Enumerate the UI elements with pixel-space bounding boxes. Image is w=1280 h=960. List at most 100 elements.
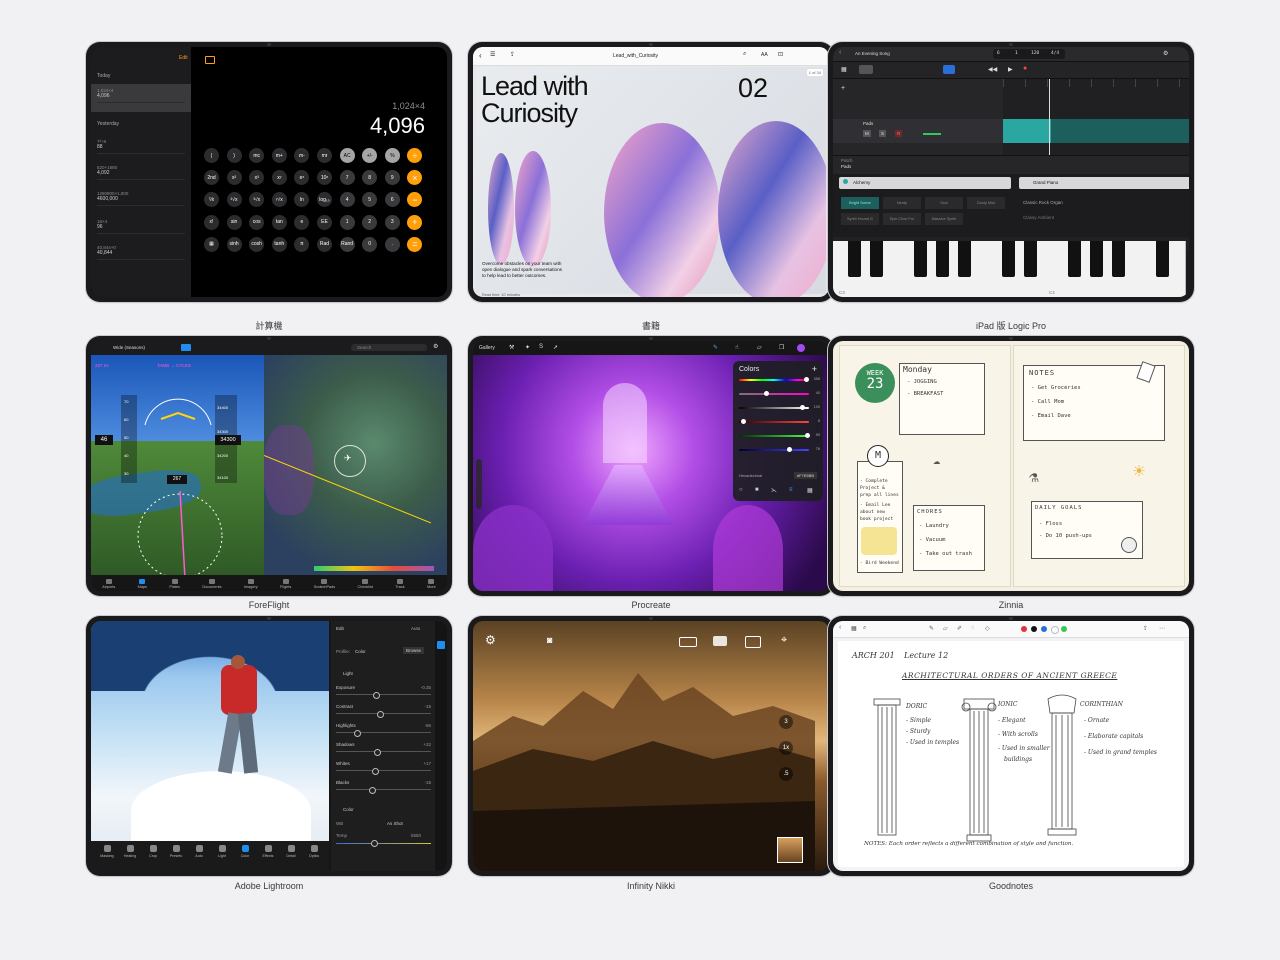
calc-key[interactable]: x! <box>204 214 219 230</box>
color-slider[interactable] <box>739 421 809 423</box>
calc-key[interactable]: = <box>407 236 423 252</box>
adjustment-slider[interactable]: Contrast -15 <box>336 704 431 720</box>
palettes-mode-icon[interactable]: ▦ <box>807 487 813 494</box>
record-icon[interactable]: ● <box>1023 65 1027 72</box>
calc-key[interactable]: tanh <box>271 236 287 252</box>
calc-key[interactable]: 7 <box>339 170 355 186</box>
exposure-control[interactable]: 3 <box>779 715 793 729</box>
lr-tool-crop[interactable]: Crop <box>143 845 163 858</box>
share-icon[interactable]: ⇪ <box>510 51 515 58</box>
calc-key[interactable]: ²√x <box>226 192 242 208</box>
calc-key[interactable]: ( <box>204 148 219 163</box>
history-item[interactable]: 520+1680 4,092 <box>97 165 185 180</box>
edit-tool-icon[interactable] <box>437 641 445 649</box>
focus-icon[interactable]: ⌖ <box>781 634 787 647</box>
calc-key[interactable]: ³√x <box>249 192 265 208</box>
pen-icon[interactable]: ✎ <box>929 625 934 632</box>
preset-item[interactable]: Epic Choir For <box>883 213 921 225</box>
calc-key[interactable]: 10ˣ <box>317 170 332 186</box>
value-mode-icon[interactable]: ≡ <box>789 487 793 493</box>
black-key[interactable] <box>958 241 971 277</box>
adjustment-slider[interactable]: Exposure -0.35 <box>336 685 431 701</box>
smudge-icon[interactable]: ☝ <box>735 344 739 351</box>
library-right-header[interactable]: Grand Piano <box>1019 177 1189 189</box>
ff-tab[interactable]: Maps <box>138 579 147 591</box>
calc-key[interactable]: ʸ√x <box>271 192 287 208</box>
search-icon[interactable]: ⌕ <box>863 625 866 632</box>
adjustment-slider[interactable]: Highlights -56 <box>336 723 431 739</box>
color-slider[interactable] <box>739 379 809 381</box>
color-red[interactable] <box>1021 626 1027 632</box>
sidebar-toggle-icon[interactable] <box>205 56 215 64</box>
color-swatch-button[interactable] <box>797 344 805 352</box>
black-key[interactable] <box>1156 241 1169 277</box>
back-icon[interactable]: ‹ <box>839 624 841 631</box>
calc-key[interactable]: ⅟x <box>204 192 219 208</box>
share-icon[interactable]: ⇪ <box>1143 625 1148 632</box>
lasso-icon[interactable]: ◌ <box>971 625 975 631</box>
preset-item[interactable]: Dusty Mist <box>967 197 1005 209</box>
color-slider[interactable] <box>739 449 809 451</box>
calc-key[interactable]: sin <box>226 214 242 230</box>
search-field[interactable]: Search <box>351 344 427 351</box>
calc-key[interactable]: 2nd <box>204 170 219 186</box>
disc-mode-icon[interactable]: ○ <box>739 487 743 493</box>
calc-key[interactable]: mr <box>317 148 332 163</box>
history-item[interactable]: 16×4 96 <box>97 219 185 234</box>
brush-size-slider[interactable] <box>476 459 482 509</box>
calc-key[interactable]: e <box>294 214 310 230</box>
browser-icon[interactable] <box>859 65 873 74</box>
bookmark-icon[interactable]: ⊡ <box>778 51 783 58</box>
harmony-mode-icon[interactable]: ⋋ <box>771 487 777 494</box>
calc-key[interactable]: 2 <box>362 214 378 230</box>
calc-key[interactable]: π <box>294 236 310 252</box>
calc-key[interactable]: ▦ <box>204 236 219 252</box>
ff-tab[interactable]: Airports <box>102 579 115 591</box>
black-key[interactable] <box>870 241 883 277</box>
calc-key[interactable]: × <box>407 170 423 186</box>
color-section-header[interactable]: Color <box>343 807 354 812</box>
playhead[interactable] <box>1049 79 1050 155</box>
calc-key[interactable]: AC <box>339 148 355 163</box>
layer-button[interactable] <box>181 344 191 351</box>
transform-icon[interactable]: ➚ <box>553 344 558 351</box>
calc-key[interactable]: m- <box>294 148 310 163</box>
calc-key[interactable]: sinh <box>226 236 242 252</box>
color-slider-knob[interactable] <box>787 447 793 452</box>
filter-icon[interactable] <box>713 636 727 646</box>
profile-select[interactable]: Color <box>355 649 366 654</box>
gallery-button[interactable]: Gallery <box>479 345 495 351</box>
calc-key[interactable]: 0 <box>362 236 378 252</box>
layers-icon[interactable]: ❒ <box>779 344 784 351</box>
color-slider-knob[interactable] <box>800 405 805 410</box>
color-green[interactable] <box>1061 626 1067 632</box>
black-key[interactable] <box>1090 241 1103 277</box>
more-icon[interactable]: ⋯ <box>1159 625 1165 632</box>
photo-canvas[interactable] <box>91 621 329 841</box>
calc-key[interactable]: 9 <box>384 170 400 186</box>
calc-key[interactable]: 5 <box>362 192 378 208</box>
lr-tool-light[interactable]: Light <box>212 845 232 858</box>
photo-thumbnail[interactable] <box>777 837 803 863</box>
weather-map[interactable]: ✈ <box>264 355 447 575</box>
lcd-display[interactable]: 6 1 128 4/4 <box>993 49 1065 59</box>
classic-mode-icon[interactable]: ■ <box>755 487 759 493</box>
calc-key[interactable]: x² <box>226 170 242 186</box>
search-icon[interactable]: ⌕ <box>743 51 746 58</box>
calc-key[interactable]: eˣ <box>294 170 310 186</box>
region-clip[interactable] <box>1051 119 1189 143</box>
shapes-icon[interactable]: ◇ <box>985 625 990 632</box>
preset-item[interactable]: Soul <box>925 197 963 209</box>
lr-tool-color[interactable]: Color <box>235 845 255 858</box>
color-slider-knob[interactable] <box>803 377 809 382</box>
calc-key[interactable]: 3 <box>384 214 400 230</box>
zoom-control[interactable]: 1x <box>779 741 793 755</box>
calc-key[interactable]: 8 <box>362 170 378 186</box>
ff-tab[interactable]: Documents <box>202 579 222 591</box>
calc-key[interactable]: +/- <box>362 148 378 163</box>
color-slider-knob[interactable] <box>740 419 746 424</box>
grid-icon[interactable]: ▦ <box>851 625 857 632</box>
gallery-icon[interactable] <box>745 636 761 648</box>
selection-icon[interactable]: S <box>539 344 543 350</box>
ff-tab[interactable]: More <box>427 579 436 591</box>
